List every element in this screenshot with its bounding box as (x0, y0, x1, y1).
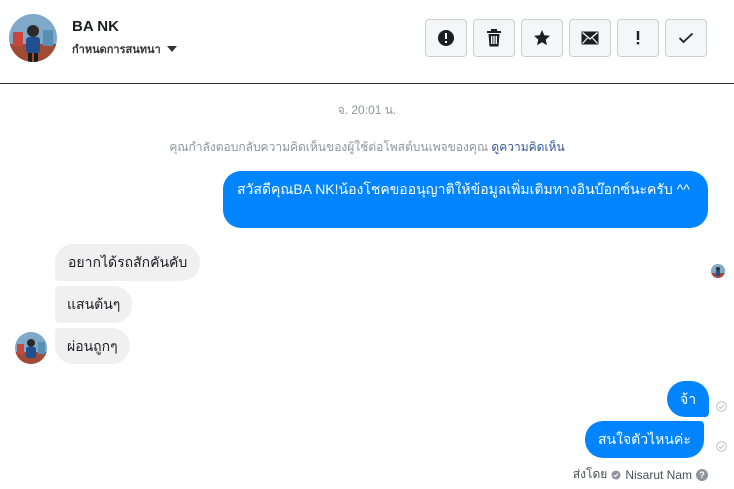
delete-button[interactable] (473, 19, 515, 57)
sent-by-info: ส่งโดย Nisarut Nam ? (573, 465, 708, 484)
outgoing-message[interactable]: สนใจตัวไหนค่ะ (585, 421, 704, 458)
done-button[interactable] (665, 19, 707, 57)
incoming-message[interactable]: แสนต้นๆ (55, 286, 133, 323)
conversation-settings-label: กำหนดการสนทนา (72, 44, 161, 56)
exclamation-icon (636, 31, 640, 45)
message-timestamp: จ. 20:01 น. (337, 103, 397, 117)
star-icon (534, 30, 550, 46)
alert-circle-icon (438, 30, 454, 46)
outgoing-message[interactable]: สวัสดีคุณBA NK!น้องโชคขออนุญาติให้ข้อมูล… (223, 171, 708, 228)
contact-name[interactable]: BA NK (72, 18, 119, 35)
incoming-message[interactable]: อยากได้รถสักคันคับ (55, 244, 201, 281)
action-toolbar (425, 19, 707, 57)
trash-icon (487, 29, 501, 47)
comment-reply-notice: คุณกำลังตอบกลับความคิดเห็นของผู้ใช้ต่อโพ… (0, 138, 734, 157)
delivered-check-icon (716, 441, 727, 452)
incoming-message[interactable]: ผ่อนถูกๆ (55, 328, 130, 364)
view-comment-link[interactable]: ดูความคิดเห็น (491, 140, 564, 154)
mark-unread-button[interactable] (569, 19, 611, 57)
checkmark-icon (678, 32, 694, 44)
sent-by-name[interactable]: Nisarut Nam (625, 468, 692, 482)
sent-by-label: ส่งโดย (572, 467, 608, 481)
conversation-header: BA NK กำหนดการสนทนา (0, 0, 734, 84)
conversation-settings-dropdown[interactable]: กำหนดการสนทนา (72, 40, 177, 58)
caret-down-icon (166, 46, 177, 52)
contact-avatar[interactable] (9, 14, 57, 62)
flag-button[interactable] (617, 19, 659, 57)
verified-circle-icon (611, 470, 621, 479)
help-icon[interactable]: ? (696, 468, 708, 481)
outgoing-message[interactable]: จ้า (667, 381, 710, 417)
spam-button[interactable] (425, 19, 467, 57)
notice-text: คุณกำลังตอบกลับความคิดเห็นของผู้ใช้ต่อโพ… (169, 140, 489, 154)
sender-avatar[interactable] (15, 332, 47, 364)
delivered-check-icon (716, 401, 727, 412)
star-button[interactable] (521, 19, 563, 57)
envelope-icon (581, 31, 599, 45)
seen-indicator-avatar (711, 264, 725, 278)
